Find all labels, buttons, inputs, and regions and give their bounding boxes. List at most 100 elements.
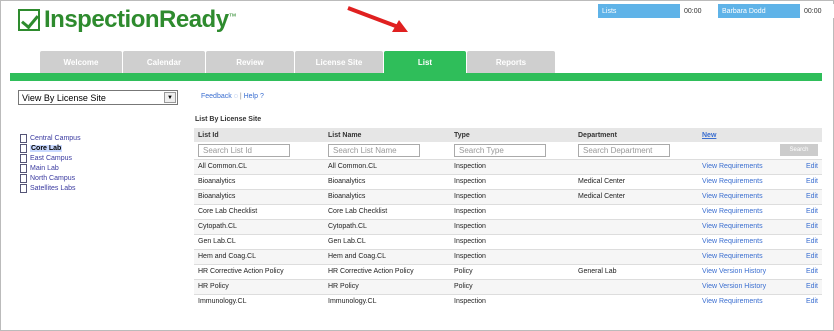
- cell-type: Inspection: [450, 173, 574, 189]
- cell-edit: Edit: [801, 173, 822, 189]
- tree-item-main-lab[interactable]: Main Lab: [20, 163, 186, 173]
- view-link[interactable]: View Requirements: [702, 208, 763, 215]
- cell-type: Policy: [450, 278, 574, 294]
- document-icon: [20, 183, 27, 193]
- tree-item-satellites-labs[interactable]: Satellites Labs: [20, 183, 186, 193]
- search-type-input[interactable]: Search Type: [454, 143, 546, 157]
- view-link[interactable]: View Requirements: [702, 178, 763, 185]
- new-link[interactable]: New: [702, 132, 716, 139]
- col-header-list-name[interactable]: List Name: [324, 128, 450, 142]
- view-link[interactable]: View Requirements: [702, 193, 763, 200]
- search-button[interactable]: Search: [780, 144, 818, 157]
- cell-list-id: Immunology.CL: [194, 293, 324, 309]
- edit-link[interactable]: Edit: [806, 223, 818, 230]
- cell-action: View Version History: [698, 278, 802, 294]
- view-link[interactable]: View Version History: [702, 268, 766, 275]
- search-cell: Search Type: [450, 142, 574, 159]
- search-cell: Search List Name: [324, 142, 450, 159]
- topbar-time-1: 00:00: [680, 4, 716, 18]
- edit-link[interactable]: Edit: [806, 268, 818, 275]
- search-list-name-input[interactable]: Search List Name: [328, 143, 420, 157]
- feedback-link[interactable]: Feedback: [201, 93, 232, 100]
- cell-edit: Edit: [801, 203, 822, 219]
- table-row[interactable]: Core Lab Checklist Core Lab Checklist Insp…: [194, 203, 822, 219]
- view-link[interactable]: View Requirements: [702, 298, 763, 305]
- cell-list-name: Bioanalytics: [324, 188, 450, 204]
- cell-edit: Edit: [801, 218, 822, 234]
- col-header-list-id[interactable]: List Id: [194, 128, 324, 142]
- cell-action: View Requirements: [698, 158, 802, 174]
- document-icon: [20, 143, 27, 153]
- edit-link[interactable]: Edit: [806, 193, 818, 200]
- edit-link[interactable]: Edit: [806, 178, 818, 185]
- view-link[interactable]: View Requirements: [702, 163, 763, 170]
- tab-calendar[interactable]: Calendar: [123, 51, 205, 73]
- cell-list-name: Immunology.CL: [324, 293, 450, 309]
- edit-link[interactable]: Edit: [806, 283, 818, 290]
- search-list-id-input[interactable]: Search List Id: [198, 143, 290, 157]
- cell-list-id: HR Corrective Action Policy: [194, 263, 324, 279]
- cell-department: [574, 293, 698, 309]
- edit-link[interactable]: Edit: [806, 163, 818, 170]
- tree-item-label: Central Campus: [30, 134, 81, 142]
- table-row[interactable]: Immunology.CL Immunology.CL Inspection View…: [194, 293, 822, 309]
- search-department-input[interactable]: Search Department: [578, 143, 670, 157]
- cell-department: [574, 233, 698, 249]
- tab-list[interactable]: List: [384, 51, 466, 73]
- table-body: All Common.CL All Common.CL Inspection View…: [194, 158, 822, 309]
- edit-link[interactable]: Edit: [806, 298, 818, 305]
- table-row[interactable]: Gen Lab.CL Gen Lab.CL Inspection View Requi…: [194, 233, 822, 249]
- tree-item-east-campus[interactable]: East Campus: [20, 153, 186, 163]
- search-button-cell: Search: [698, 142, 822, 159]
- view-link[interactable]: View Requirements: [702, 223, 763, 230]
- main-tabs: Welcome Calendar Review License Site Lis…: [40, 51, 556, 73]
- edit-link[interactable]: Edit: [806, 238, 818, 245]
- edit-link[interactable]: Edit: [806, 208, 818, 215]
- cell-list-id: Core Lab Checklist: [194, 203, 324, 219]
- cell-department: [574, 203, 698, 219]
- cell-list-id: Hem and Coag.CL: [194, 248, 324, 264]
- table-row[interactable]: Bioanalytics Bioanalytics Inspection Medica…: [194, 188, 822, 204]
- cell-list-name: Bioanalytics: [324, 173, 450, 189]
- help-links: Feedback ◌ | Help ?: [201, 93, 264, 100]
- view-by-select[interactable]: View By License Site ▼: [18, 90, 178, 105]
- cell-edit: Edit: [801, 293, 822, 309]
- tree-item-central-campus[interactable]: Central Campus: [20, 133, 186, 143]
- cell-edit: Edit: [801, 233, 822, 249]
- tree-item-label: Core Lab: [30, 144, 63, 152]
- tree-item-north-campus[interactable]: North Campus: [20, 173, 186, 183]
- topbar-lists-label: Lists: [602, 7, 617, 15]
- cell-action: View Requirements: [698, 218, 802, 234]
- user-name: Barbara Dodd: [722, 7, 766, 15]
- col-header-type[interactable]: Type: [450, 128, 574, 142]
- topbar-lists[interactable]: Lists: [598, 4, 680, 18]
- table-row[interactable]: All Common.CL All Common.CL Inspection View…: [194, 158, 822, 174]
- col-header-department[interactable]: Department: [574, 128, 698, 142]
- cell-list-name: Cytopath.CL: [324, 218, 450, 234]
- table-row[interactable]: Cytopath.CL Cytopath.CL Inspection View Req…: [194, 218, 822, 234]
- tab-underline: [10, 73, 822, 81]
- cell-list-id: Bioanalytics: [194, 173, 324, 189]
- tab-license-site[interactable]: License Site: [295, 51, 383, 73]
- tab-review[interactable]: Review: [206, 51, 294, 73]
- table-row[interactable]: HR Corrective Action Policy HR Corrective…: [194, 263, 822, 279]
- table-row[interactable]: Hem and Coag.CL Hem and Coag.CL Inspection…: [194, 248, 822, 264]
- tree-item-core-lab[interactable]: Core Lab: [20, 143, 186, 153]
- edit-link[interactable]: Edit: [806, 253, 818, 260]
- cell-edit: Edit: [801, 188, 822, 204]
- tab-reports[interactable]: Reports: [467, 51, 555, 73]
- document-icon: [20, 133, 27, 143]
- chevron-down-icon[interactable]: ▼: [164, 92, 176, 103]
- cell-department: Medical Center: [574, 188, 698, 204]
- view-link[interactable]: View Version History: [702, 283, 766, 290]
- table-row[interactable]: HR Policy HR Policy Policy View Version His…: [194, 278, 822, 294]
- cell-type: Inspection: [450, 188, 574, 204]
- view-link[interactable]: View Requirements: [702, 253, 763, 260]
- help-link[interactable]: Help: [244, 93, 258, 100]
- tab-welcome[interactable]: Welcome: [40, 51, 122, 73]
- new-cell: New: [698, 128, 822, 142]
- table-row[interactable]: Bioanalytics Bioanalytics Inspection Medica…: [194, 173, 822, 189]
- speech-bubble-icon: ◌: [233, 93, 238, 100]
- view-link[interactable]: View Requirements: [702, 238, 763, 245]
- topbar-user[interactable]: Barbara Dodd: [718, 4, 800, 18]
